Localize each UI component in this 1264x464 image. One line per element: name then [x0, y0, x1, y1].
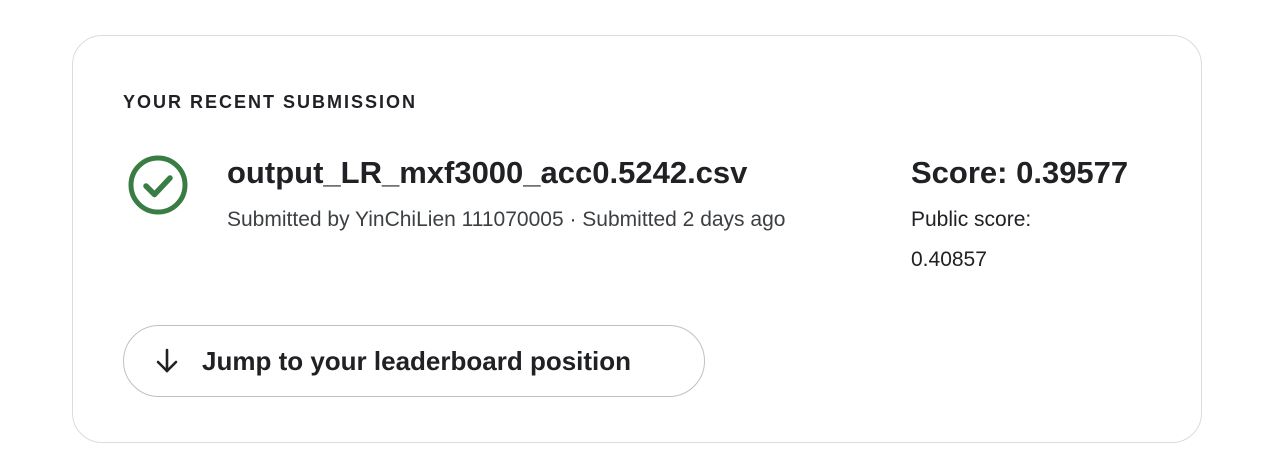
- submission-info: output_LR_mxf3000_acc0.5242.csv Submitte…: [227, 154, 887, 240]
- score-block: Score: 0.39577 Public score: 0.40857: [911, 154, 1171, 280]
- jump-to-leaderboard-button[interactable]: Jump to your leaderboard position: [123, 325, 705, 397]
- submission-score: Score: 0.39577: [911, 155, 1129, 190]
- check-circle-icon: [128, 155, 188, 215]
- submission-file-name: output_LR_mxf3000_acc0.5242.csv: [227, 155, 748, 190]
- submission-meta: Submitted by YinChiLien 111070005 · Subm…: [227, 208, 786, 231]
- recent-submission-card: YOUR RECENT SUBMISSION output_LR_mxf3000…: [72, 35, 1202, 443]
- jump-button-label: Jump to your leaderboard position: [202, 345, 632, 376]
- arrow-down-icon: [156, 348, 178, 373]
- section-label: YOUR RECENT SUBMISSION: [123, 92, 418, 112]
- public-score: Public score: 0.40857: [911, 208, 1032, 271]
